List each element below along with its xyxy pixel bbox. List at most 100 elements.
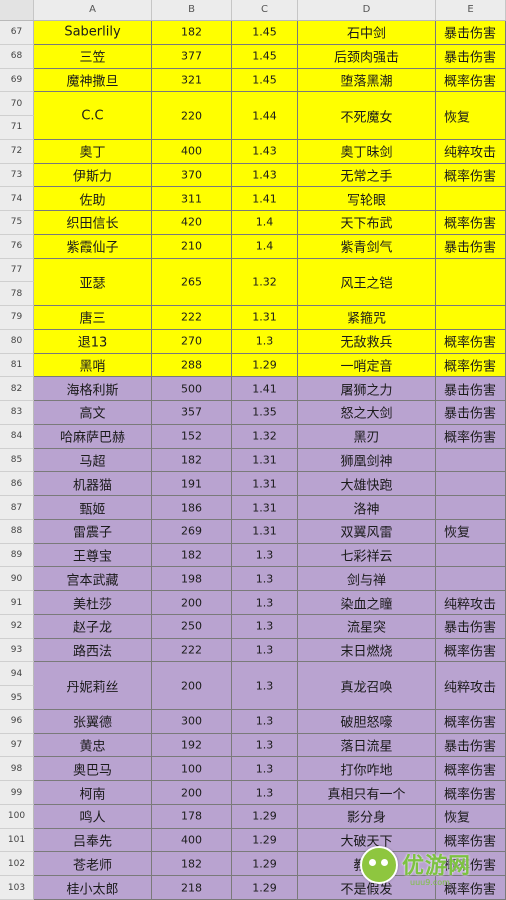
ratio-cell[interactable]: 1.31 (232, 306, 298, 330)
row-number[interactable]: 92 (0, 614, 34, 639)
hero-name-cell[interactable]: 织田信长 (34, 211, 152, 235)
row-number[interactable]: 68 (0, 44, 34, 69)
weapon-cell[interactable]: 染血之瞳 (298, 591, 436, 615)
weapon-cell[interactable]: 屠狮之力 (298, 377, 436, 402)
ratio-cell[interactable]: 1.3 (232, 591, 298, 615)
weapon-cell[interactable]: 双翼风雷 (298, 519, 436, 544)
hero-name-cell[interactable]: 亚瑟 (34, 258, 152, 307)
ratio-cell[interactable]: 1.3 (232, 567, 298, 592)
ratio-cell[interactable]: 1.31 (232, 496, 298, 520)
hero-name-cell[interactable]: C.C (34, 92, 152, 140)
effect-cell[interactable]: 概率伤害 (436, 757, 506, 782)
row-number[interactable]: 90 (0, 567, 34, 592)
ratio-cell[interactable]: 1.41 (232, 377, 298, 402)
ratio-cell[interactable]: 1.3 (232, 662, 298, 710)
effect-cell[interactable]: 暴击伤害 (436, 44, 506, 69)
value-cell[interactable]: 198 (152, 567, 232, 592)
row-number[interactable]: 83 (0, 401, 34, 425)
row-number[interactable]: 75 (0, 211, 34, 235)
ratio-cell[interactable]: 1.29 (232, 804, 298, 829)
hero-name-cell[interactable]: 宫本武藏 (34, 567, 152, 592)
ratio-cell[interactable]: 1.45 (232, 44, 298, 69)
value-cell[interactable]: 222 (152, 638, 232, 663)
effect-cell[interactable]: 恢复 (436, 519, 506, 544)
row-number[interactable]: 78 (0, 282, 34, 307)
weapon-cell[interactable]: 堕落黑潮 (298, 68, 436, 93)
ratio-cell[interactable]: 1.29 (232, 353, 298, 378)
weapon-cell[interactable]: 破胆怒嚎 (298, 709, 436, 734)
value-cell[interactable]: 192 (152, 733, 232, 758)
row-number[interactable]: 74 (0, 187, 34, 212)
row-number[interactable]: 95 (0, 686, 34, 710)
effect-cell[interactable]: 概率伤害 (436, 163, 506, 188)
row-number[interactable]: 67 (0, 21, 34, 45)
weapon-cell[interactable]: 怒之大剑 (298, 401, 436, 425)
value-cell[interactable]: 420 (152, 211, 232, 235)
row-number[interactable]: 81 (0, 353, 34, 378)
value-cell[interactable]: 182 (152, 543, 232, 568)
row-number[interactable]: 98 (0, 757, 34, 782)
effect-cell[interactable]: 暴击伤害 (436, 401, 506, 425)
value-cell[interactable]: 500 (152, 377, 232, 402)
row-number[interactable]: 82 (0, 377, 34, 402)
ratio-cell[interactable]: 1.32 (232, 258, 298, 307)
hero-name-cell[interactable]: 黄忠 (34, 733, 152, 758)
value-cell[interactable]: 288 (152, 353, 232, 378)
hero-name-cell[interactable]: 甄姬 (34, 496, 152, 520)
ratio-cell[interactable]: 1.43 (232, 163, 298, 188)
value-cell[interactable]: 370 (152, 163, 232, 188)
hero-name-cell[interactable]: 丹妮莉丝 (34, 662, 152, 710)
value-cell[interactable]: 357 (152, 401, 232, 425)
hero-name-cell[interactable]: 佐助 (34, 187, 152, 212)
row-number[interactable]: 87 (0, 496, 34, 520)
hero-name-cell[interactable]: 苍老师 (34, 852, 152, 877)
weapon-cell[interactable]: 奥丁昧剑 (298, 139, 436, 164)
row-number[interactable]: 80 (0, 329, 34, 354)
ratio-cell[interactable]: 1.44 (232, 92, 298, 140)
column-header-c[interactable]: C (232, 0, 298, 20)
row-number[interactable]: 70 (0, 92, 34, 117)
weapon-cell[interactable]: 不死魔女 (298, 92, 436, 140)
value-cell[interactable]: 321 (152, 68, 232, 93)
row-number[interactable]: 97 (0, 733, 34, 758)
value-cell[interactable]: 218 (152, 876, 232, 900)
weapon-cell[interactable]: 落日流星 (298, 733, 436, 758)
effect-cell[interactable]: 恢复 (436, 804, 506, 829)
value-cell[interactable]: 210 (152, 234, 232, 259)
row-number[interactable]: 84 (0, 424, 34, 449)
ratio-cell[interactable]: 1.29 (232, 828, 298, 853)
row-number[interactable]: 76 (0, 234, 34, 259)
value-cell[interactable]: 220 (152, 92, 232, 140)
row-number[interactable]: 93 (0, 638, 34, 663)
row-number[interactable]: 94 (0, 662, 34, 687)
weapon-cell[interactable]: 天下布武 (298, 211, 436, 235)
ratio-cell[interactable]: 1.3 (232, 781, 298, 805)
effect-cell[interactable]: 纯粹攻击 (436, 139, 506, 164)
weapon-cell[interactable]: 紧箍咒 (298, 306, 436, 330)
ratio-cell[interactable]: 1.29 (232, 876, 298, 900)
value-cell[interactable]: 186 (152, 496, 232, 520)
ratio-cell[interactable]: 1.3 (232, 709, 298, 734)
value-cell[interactable]: 182 (152, 852, 232, 877)
weapon-cell[interactable]: 剑与禅 (298, 567, 436, 592)
row-number[interactable]: 89 (0, 543, 34, 568)
effect-cell[interactable]: 概率伤害 (436, 781, 506, 805)
weapon-cell[interactable]: 影分身 (298, 804, 436, 829)
effect-cell[interactable]: 纯粹攻击 (436, 662, 506, 710)
column-header-e[interactable]: E (436, 0, 506, 20)
hero-name-cell[interactable]: 机器猫 (34, 472, 152, 497)
effect-cell[interactable]: 概率伤害 (436, 329, 506, 354)
row-number[interactable]: 69 (0, 68, 34, 93)
effect-cell[interactable]: 概率伤害 (436, 211, 506, 235)
column-header-a[interactable]: A (34, 0, 152, 20)
hero-name-cell[interactable]: 三笠 (34, 44, 152, 69)
ratio-cell[interactable]: 1.3 (232, 329, 298, 354)
effect-cell[interactable] (436, 258, 506, 307)
effect-cell[interactable] (436, 306, 506, 330)
value-cell[interactable]: 178 (152, 804, 232, 829)
ratio-cell[interactable]: 1.3 (232, 733, 298, 758)
row-number[interactable]: 91 (0, 591, 34, 615)
row-number[interactable]: 79 (0, 306, 34, 330)
weapon-cell[interactable]: 末日燃烧 (298, 638, 436, 663)
effect-cell[interactable] (436, 187, 506, 212)
